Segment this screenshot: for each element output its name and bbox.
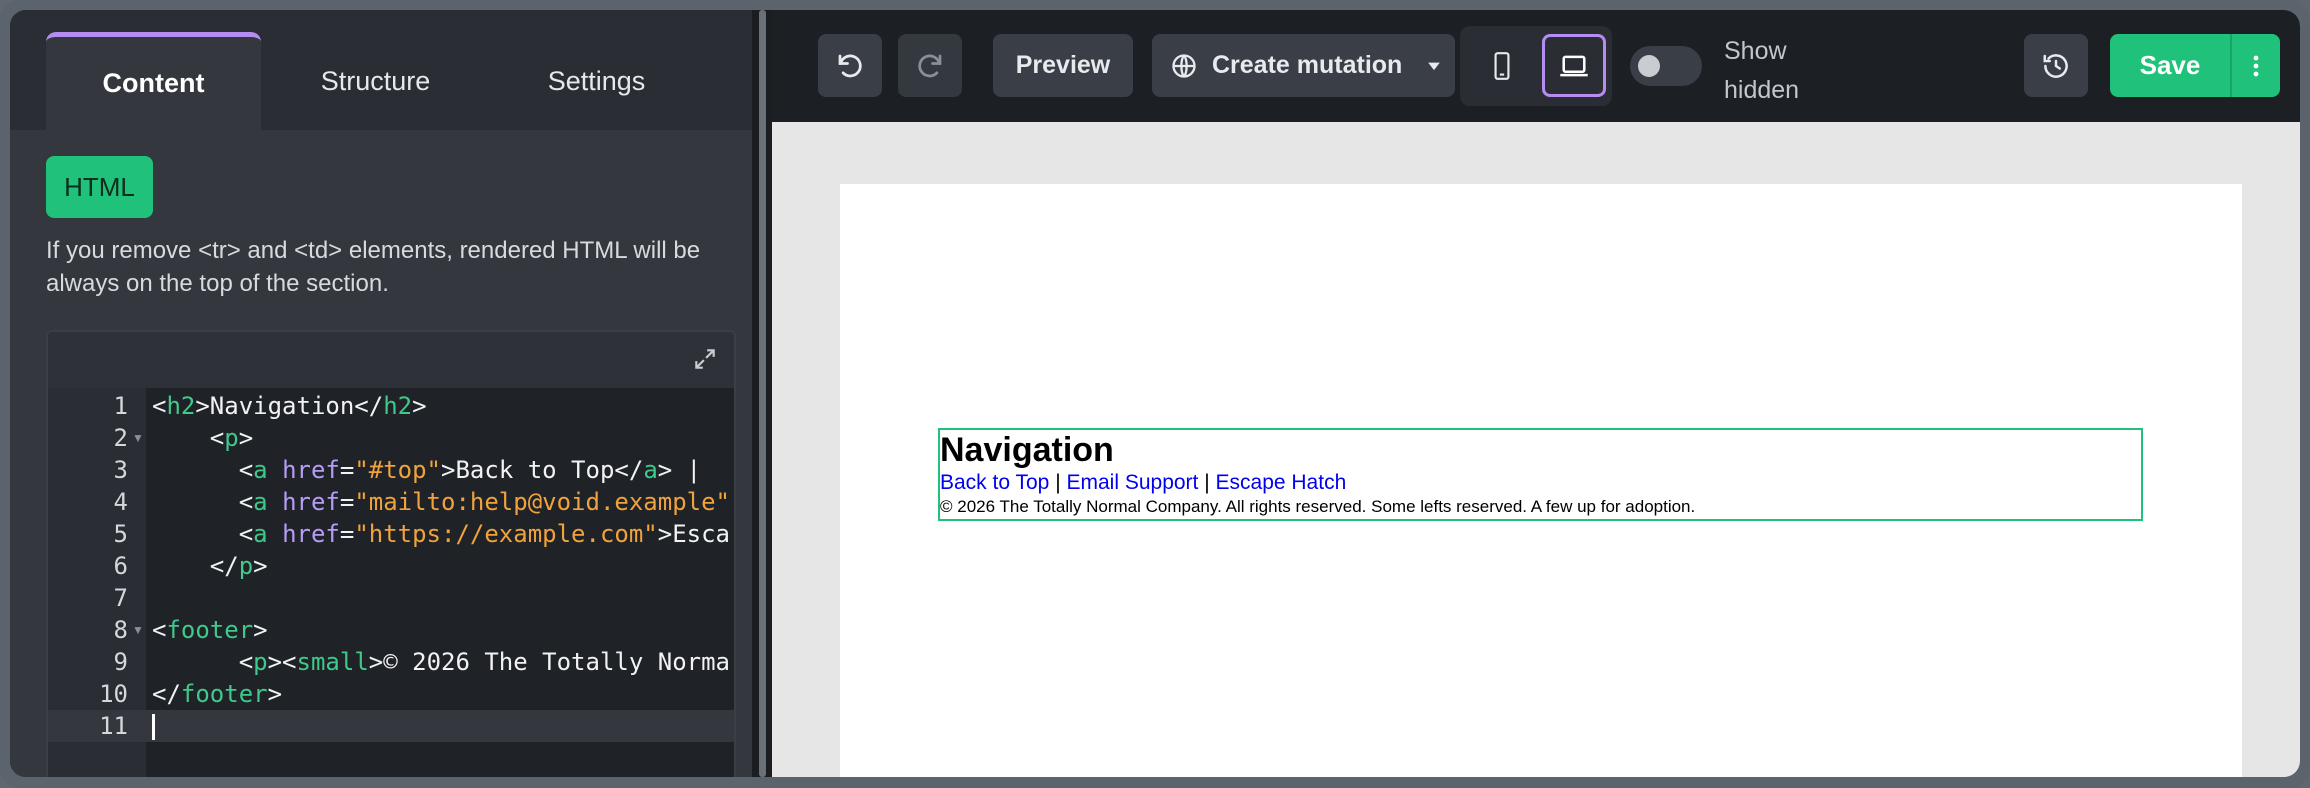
panel-tabs: Content Structure Settings (46, 32, 746, 132)
panel-resize-handle[interactable] (752, 10, 772, 777)
history-button[interactable] (2024, 34, 2088, 97)
save-button[interactable]: Save (2110, 34, 2230, 97)
line-number: 4 (113, 488, 128, 516)
code-line[interactable] (146, 582, 734, 614)
code-line[interactable]: <a href="https://example.com">Esca (146, 518, 734, 550)
line-number: 9 (113, 648, 128, 676)
more-vertical-icon (2253, 55, 2259, 76)
tab-settings[interactable]: Settings (489, 32, 704, 130)
save-button-group: Save (2110, 34, 2280, 97)
line-number: 11 (48, 710, 146, 742)
line-number: 7 (113, 584, 128, 612)
line-gutter: 1 2 ▼ 3 4 5 6 7 8 ▼ 9 10 11 (48, 388, 146, 777)
show-hidden-label: Show hidden (1724, 37, 1800, 104)
back-to-top-link[interactable]: Back to Top (940, 471, 1049, 494)
undo-icon (838, 54, 862, 77)
resize-grip[interactable] (759, 10, 766, 777)
fold-arrow-icon[interactable]: ▼ (132, 614, 144, 646)
save-more-button[interactable] (2232, 34, 2280, 97)
html-block-badge[interactable]: HTML (46, 156, 153, 218)
device-switcher (1460, 26, 1612, 106)
code-line[interactable]: <h2>Navigation</h2> (146, 390, 734, 422)
preview-button[interactable]: Preview (993, 34, 1133, 97)
mobile-view-button[interactable] (1470, 34, 1534, 97)
code-area[interactable]: <h2>Navigation</h2> <p> <a href="#top">B… (146, 388, 734, 777)
code-text: <a href="mailto:help@void.example" (238, 488, 730, 516)
globe-icon (1172, 53, 1196, 78)
mobile-icon (1494, 51, 1510, 80)
code-text: </footer> (152, 680, 283, 708)
escape-hatch-link[interactable]: Escape Hatch (1216, 471, 1347, 494)
code-line[interactable]: </footer> (146, 678, 734, 710)
code-text: <p><small>© 2026 The Totally Norma (238, 648, 730, 676)
toggle-knob (1638, 55, 1660, 77)
line-number: 1 (113, 392, 128, 420)
code-line[interactable]: </p> (146, 550, 734, 582)
tab-content[interactable]: Content (46, 32, 261, 130)
code-text: <h2>Navigation</h2> (152, 392, 427, 420)
caret-down-icon (1428, 62, 1441, 70)
history-icon (2043, 53, 2068, 78)
email-support-link[interactable]: Email Support (1066, 471, 1198, 494)
create-mutation-label: Create mutation (1212, 51, 1403, 79)
redo-icon (918, 54, 942, 77)
preview-panel: Preview Create mutation Show hidden Save… (772, 10, 2300, 777)
html-hint-text: If you remove <tr> and <td> elements, re… (46, 237, 701, 297)
undo-button[interactable] (818, 34, 882, 97)
preview-footer-text: © 2026 The Totally Normal Company. All r… (940, 497, 1696, 516)
code-text: <p> (209, 424, 254, 452)
code-line[interactable]: <a href="mailto:help@void.example" (146, 486, 734, 518)
code-text: </p> (209, 552, 268, 580)
top-toolbar: Preview Create mutation Show hidden Save (772, 10, 2300, 122)
code-text: <a href="https://example.com">Esca (238, 520, 730, 548)
code-line[interactable] (146, 710, 734, 742)
preview-nav-links: Back to Top | Email Support | Escape Hat… (940, 470, 2141, 496)
code-text (152, 710, 155, 742)
laptop-icon (1560, 55, 1588, 76)
redo-button[interactable] (898, 34, 962, 97)
code-line[interactable]: <footer> (146, 614, 734, 646)
left-panel: Content Structure Settings HTML If you r… (10, 10, 752, 777)
editor-header (48, 332, 734, 388)
line-number: 5 (113, 520, 128, 548)
content-panel: HTML If you remove <tr> and <td> element… (10, 130, 752, 777)
preview-heading: Navigation (940, 431, 1114, 469)
line-number: 6 (113, 552, 128, 580)
tab-structure[interactable]: Structure (268, 32, 483, 130)
code-text: <footer> (152, 616, 268, 644)
selected-html-section[interactable]: Navigation Back to Top | Email Support |… (938, 428, 2143, 521)
code-text: <a href="#top">Back to Top</a> | (238, 456, 702, 484)
expand-icon[interactable] (692, 346, 718, 372)
page-builder-app: Content Structure Settings HTML If you r… (10, 10, 2300, 777)
link-separator: | (1198, 471, 1216, 494)
link-separator: | (1049, 471, 1067, 494)
show-hidden-toggle[interactable] (1630, 46, 1702, 86)
code-line[interactable]: <a href="#top">Back to Top</a> | (146, 454, 734, 486)
code-line[interactable]: <p><small>© 2026 The Totally Norma (146, 646, 734, 678)
text-cursor (152, 714, 155, 740)
line-number: 10 (99, 680, 128, 708)
code-line[interactable]: <p> (146, 422, 734, 454)
desktop-view-button[interactable] (1542, 34, 1606, 97)
create-mutation-dropdown[interactable]: Create mutation (1152, 34, 1455, 97)
code-editor[interactable]: 1 2 ▼ 3 4 5 6 7 8 ▼ 9 10 11 <h2>Navigation</h2> <p> … (46, 330, 736, 777)
fold-arrow-icon[interactable]: ▼ (132, 422, 144, 454)
line-number: 3 (113, 456, 128, 484)
preview-canvas: Navigation Back to Top | Email Support |… (840, 184, 2242, 777)
